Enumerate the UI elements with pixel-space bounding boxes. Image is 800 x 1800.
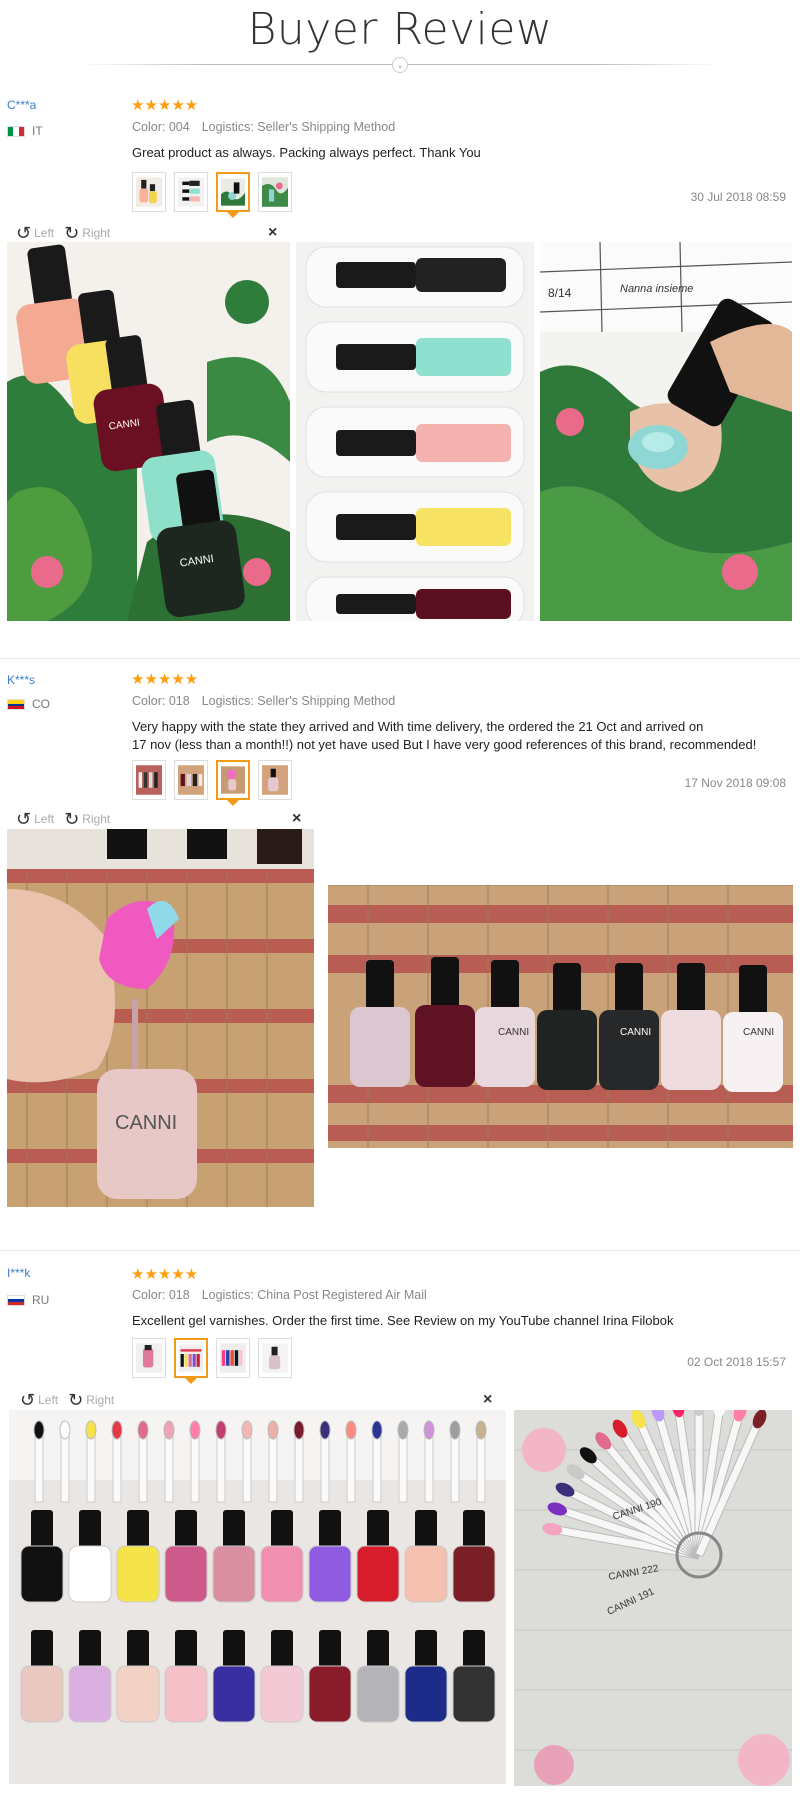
rotate-left-button[interactable]: ↺ Left — [20, 1391, 58, 1409]
viewer-toolbar: ↺ Left ↻ Right — [10, 1389, 114, 1411]
rotate-right-icon: ↻ — [68, 1390, 84, 1410]
rotate-right-button[interactable]: ↻ Right — [68, 1391, 114, 1409]
image-viewer: ↺ Left ↻ Right × — [10, 1389, 502, 1411]
review-item: I***k RU ★★★★★ Color: 018 Logistics: Chin… — [0, 0, 800, 1800]
review-date: 02 Oct 2018 15:57 — [687, 1355, 786, 1369]
rotate-left-icon: ↺ — [20, 1390, 36, 1410]
review-thumbnail[interactable] — [258, 1338, 292, 1378]
star-rating: ★★★★★ — [131, 1266, 199, 1283]
logistics-method: Logistics: China Post Registered Air Mai… — [201, 1288, 427, 1302]
country-code: RU — [32, 1293, 50, 1307]
buyer-name[interactable]: I***k — [7, 1266, 30, 1280]
review-photo[interactable] — [9, 1410, 506, 1784]
review-photo[interactable]: CANNI 222 CANNI 191 CANNI 190 — [514, 1410, 792, 1786]
review-meta: Color: 018 Logistics: China Post Register… — [132, 1288, 427, 1302]
color-variant: Color: 018 — [132, 1288, 190, 1302]
flag-ru-icon — [7, 1294, 25, 1306]
buyer-country: RU — [7, 1293, 49, 1307]
review-text: Excellent gel varnishes. Order the first… — [132, 1313, 674, 1328]
review-thumbnail-active[interactable] — [174, 1338, 208, 1384]
review-thumbnail[interactable] — [216, 1338, 250, 1378]
close-viewer-button[interactable]: × — [483, 1391, 492, 1409]
thumbnail-strip — [132, 1338, 292, 1384]
review-thumbnail[interactable] — [132, 1338, 166, 1378]
